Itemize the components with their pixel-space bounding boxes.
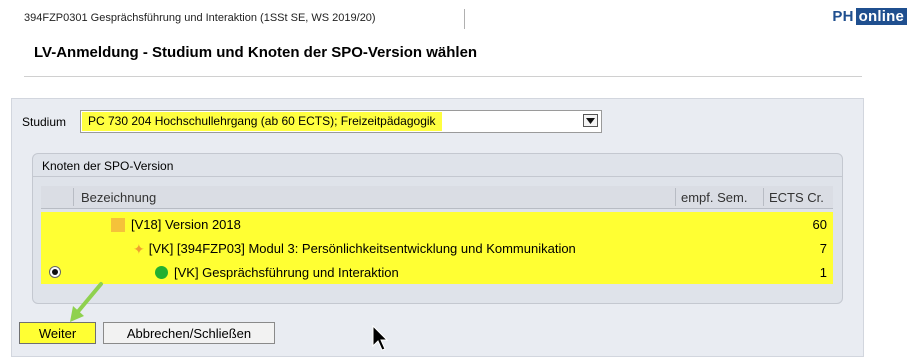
- weiter-button[interactable]: Weiter: [19, 322, 96, 344]
- table-row[interactable]: ✦ [VK] [394FZP03] Modul 3: Persönlichkei…: [41, 236, 833, 260]
- square-node-icon: [111, 217, 125, 232]
- knoten-legend: Knoten der SPO-Version: [42, 159, 174, 173]
- abbrechen-button[interactable]: Abbrechen/Schließen: [103, 322, 275, 344]
- row-ects: 60: [812, 217, 827, 232]
- table-row[interactable]: [V18] Version 2018 60: [41, 212, 833, 236]
- table-row[interactable]: [VK] Gesprächsführung und Interaktion 1: [41, 260, 833, 284]
- column-header-bezeichnung: Bezeichnung: [81, 190, 157, 205]
- knoten-fieldset: Knoten der SPO-Version Bezeichnung empf.…: [32, 153, 843, 304]
- logo-ph: PH: [832, 8, 854, 25]
- row-radio-button[interactable]: [49, 266, 61, 278]
- page-title: LV-Anmeldung - Studium und Knoten der SP…: [34, 44, 478, 61]
- course-info: 394FZP0301 Gesprächsführung und Interakt…: [24, 12, 376, 24]
- column-header-empf-sem: empf. Sem.: [681, 190, 748, 205]
- column-divider: [763, 188, 764, 206]
- logo-online: online: [855, 8, 907, 25]
- legend-divider: [33, 176, 842, 177]
- circle-node-icon: [155, 266, 168, 279]
- row-label: [V18] Version 2018: [131, 217, 241, 232]
- row-label: [VK] [394FZP03] Modul 3: Persönlichkeits…: [148, 241, 576, 256]
- phonline-logo[interactable]: PH online: [832, 8, 907, 25]
- selection-panel: Studium PC 730 204 Hochschullehrgang (ab…: [11, 98, 864, 357]
- column-header-ects: ECTS Cr.: [769, 190, 824, 205]
- green-arrow-icon: [70, 282, 103, 322]
- column-divider: [675, 188, 676, 206]
- chevron-down-icon[interactable]: [583, 114, 598, 127]
- studium-select[interactable]: PC 730 204 Hochschullehrgang (ab 60 ECTS…: [80, 110, 602, 133]
- diamond-node-icon: ✦: [133, 240, 145, 257]
- studium-label: Studium: [22, 115, 67, 129]
- row-ects: 1: [819, 265, 827, 280]
- header-bar: 394FZP0301 Gesprächsführung und Interakt…: [24, 9, 465, 29]
- table-header: Bezeichnung empf. Sem. ECTS Cr.: [41, 186, 833, 209]
- mouse-cursor-icon: [372, 325, 388, 351]
- column-divider: [73, 188, 74, 206]
- studium-selected-value: PC 730 204 Hochschullehrgang (ab 60 ECTS…: [82, 112, 442, 131]
- row-label: [VK] Gesprächsführung und Interaktion: [174, 265, 399, 280]
- row-ects: 7: [819, 241, 827, 256]
- title-divider: [24, 76, 862, 77]
